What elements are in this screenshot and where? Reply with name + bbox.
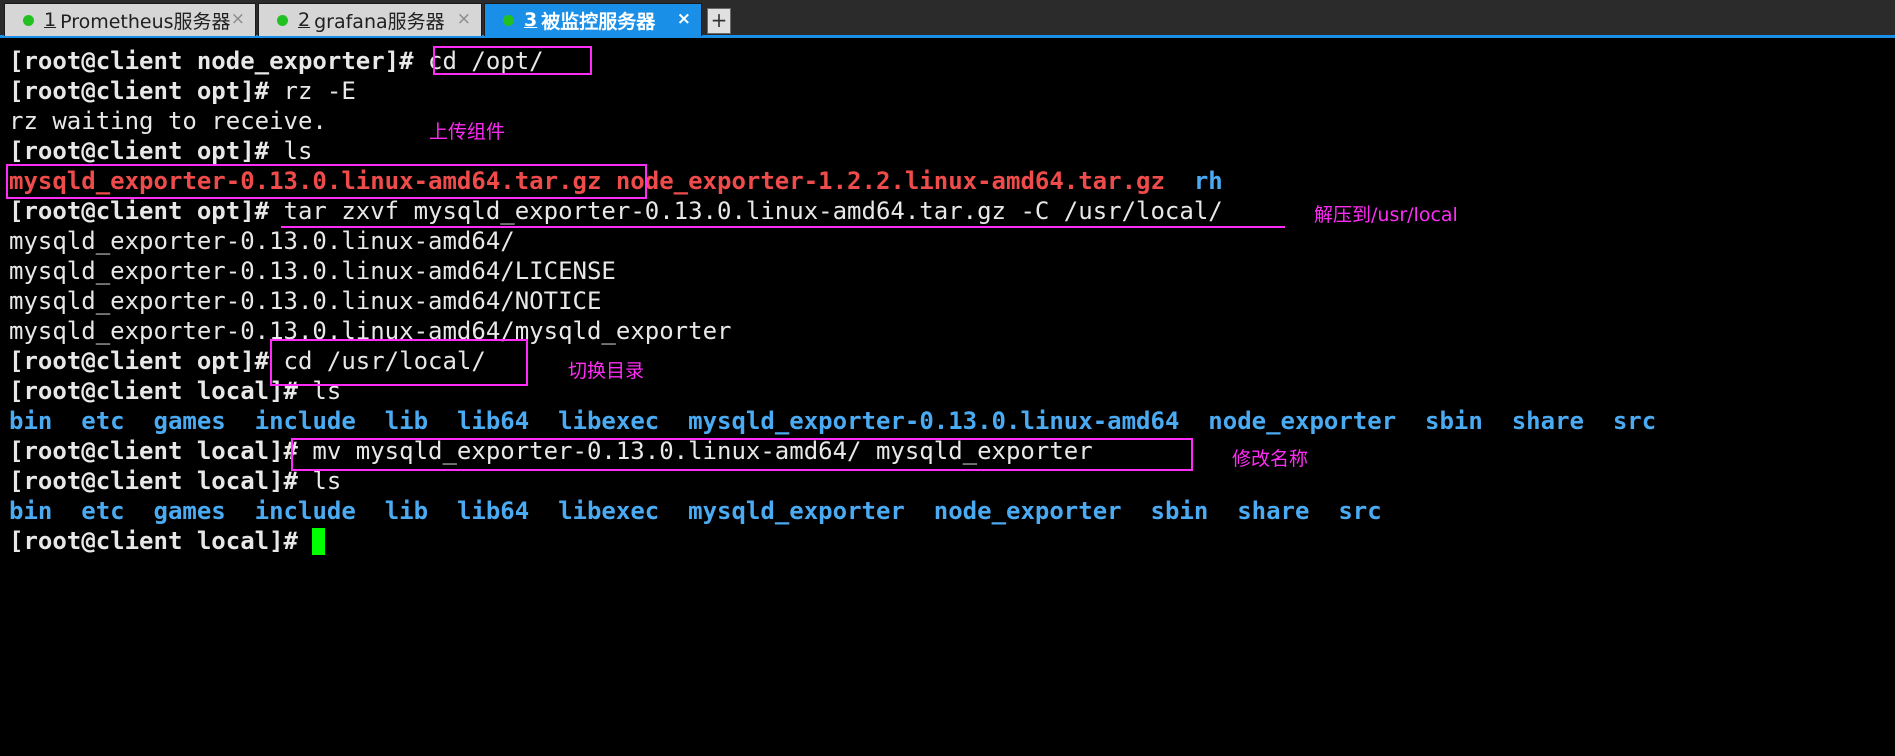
highlight-mysqld-archive <box>6 164 647 199</box>
directory-entry: src <box>1612 407 1657 435</box>
terminal-line: [root@client opt]# tar zxvf mysqld_export… <box>9 196 1223 226</box>
close-icon[interactable]: × <box>231 9 245 29</box>
directory-entry: lib64 <box>456 407 530 435</box>
shell-prompt: [root@client node_exporter]# <box>9 47 414 75</box>
directory-entry: libexec <box>558 497 660 525</box>
annotation-upload: 上传组件 <box>429 121 506 143</box>
directory-entry: bin <box>9 497 53 525</box>
directory-entry: games <box>153 497 226 525</box>
annotation-switch-dir: 切换目录 <box>568 360 645 382</box>
directory-entry: games <box>153 407 226 435</box>
directory-entry: share <box>1237 497 1310 525</box>
directory-entry: etc <box>81 497 125 525</box>
output-text: mysqld_exporter-0.13.0.linux-amd64/NOTIC… <box>9 287 602 315</box>
terminal-line: [root@client opt]# ls <box>9 136 312 166</box>
tab-grafana-server[interactable]: 2 grafana服务器 × <box>258 3 482 36</box>
tab-label: grafana服务器 <box>314 10 445 33</box>
close-icon[interactable]: × <box>457 9 471 29</box>
text-cursor <box>311 527 325 555</box>
highlight-cd-usr-local <box>270 339 528 386</box>
directory-entry: node_exporter <box>1208 407 1397 435</box>
tab-label: Prometheus服务器 <box>60 10 231 33</box>
shell-prompt: [root@client opt]# <box>9 197 270 225</box>
directory-entry: include <box>254 497 356 525</box>
directory-entry: lib <box>384 407 429 435</box>
tab-number: 2 <box>298 9 311 31</box>
directory-entry: lib64 <box>456 497 530 525</box>
terminal-line: mysqld_exporter-0.13.0.linux-amd64/ <box>9 226 515 256</box>
shell-prompt: [root@client local]# <box>9 377 298 405</box>
terminal-line: mysqld_exporter-0.13.0.linux-amd64/NOTIC… <box>9 286 601 316</box>
terminal-output[interactable]: [root@client node_exporter]# cd /opt/[roo… <box>0 38 1895 756</box>
directory-entry: rh <box>1193 167 1223 195</box>
command-text: rz -E <box>283 77 356 105</box>
tab-label: 被监控服务器 <box>541 10 656 33</box>
tab-bar: 1 Prometheus服务器 × 2 grafana服务器 × 3 被监控服务… <box>0 0 1895 38</box>
terminal-line: [root@client local]# <box>9 526 325 556</box>
shell-prompt: [root@client opt]# <box>9 347 270 375</box>
output-text: mysqld_exporter-0.13.0.linux-amd64/ <box>9 227 515 255</box>
terminal-line: bin etc games include lib lib64 libexec mysqld_… <box>9 496 1382 526</box>
status-dot-icon <box>277 14 288 26</box>
highlight-cd-opt <box>433 46 592 75</box>
terminal-line: [root@client opt]# rz -E <box>9 76 356 106</box>
shell-prompt: [root@client opt]# <box>9 137 270 165</box>
terminal-line: mysqld_exporter-0.13.0.linux-amd64/LICEN… <box>9 256 616 286</box>
new-tab-button[interactable]: + <box>707 8 731 34</box>
directory-entry: sbin <box>1150 497 1209 525</box>
shell-prompt: [root@client local]# <box>9 467 298 495</box>
tab-monitored-server[interactable]: 3 被监控服务器 × <box>484 3 702 36</box>
highlight-mv-command <box>291 438 1193 471</box>
tab-number: 3 <box>524 9 538 31</box>
command-text: tar zxvf mysqld_exporter-0.13.0.linux-am… <box>283 197 1223 225</box>
underline-tar-command <box>281 226 1285 228</box>
directory-entry: include <box>254 407 356 435</box>
close-icon[interactable]: × <box>677 9 691 29</box>
annotation-extract: 解压到/usr/local <box>1314 204 1458 226</box>
output-text: mysqld_exporter-0.13.0.linux-amd64/LICEN… <box>9 257 616 285</box>
shell-prompt: [root@client local]# <box>9 437 298 465</box>
directory-entry: mysqld_exporter-0.13.0.linux-amd64 <box>688 407 1180 435</box>
output-text: rz waiting to receive. <box>9 107 327 135</box>
archive-entry: node_exporter-1.2.2.linux-amd64.tar.gz <box>615 167 1165 195</box>
terminal-line: rz waiting to receive. <box>9 106 327 136</box>
annotation-rename: 修改名称 <box>1232 448 1309 470</box>
directory-entry: node_exporter <box>933 497 1122 525</box>
terminal-line: bin etc games include lib lib64 libexec mysqld_… <box>9 406 1656 436</box>
status-dot-icon <box>503 14 514 26</box>
shell-prompt: [root@client local]# <box>9 527 298 555</box>
directory-entry: libexec <box>558 407 660 435</box>
command-text: ls <box>312 467 342 495</box>
directory-entry: mysqld_exporter <box>688 497 905 525</box>
directory-entry: sbin <box>1425 407 1483 435</box>
status-dot-icon <box>23 14 34 26</box>
directory-entry: bin <box>9 407 53 435</box>
directory-entry: etc <box>81 407 125 435</box>
directory-entry: share <box>1511 407 1584 435</box>
directory-entry: src <box>1338 497 1382 525</box>
tab-prometheus-server[interactable]: 1 Prometheus服务器 × <box>4 3 256 36</box>
shell-prompt: [root@client opt]# <box>9 77 270 105</box>
command-text: ls <box>283 137 313 165</box>
tab-number: 1 <box>44 9 57 31</box>
directory-entry: lib <box>384 497 429 525</box>
